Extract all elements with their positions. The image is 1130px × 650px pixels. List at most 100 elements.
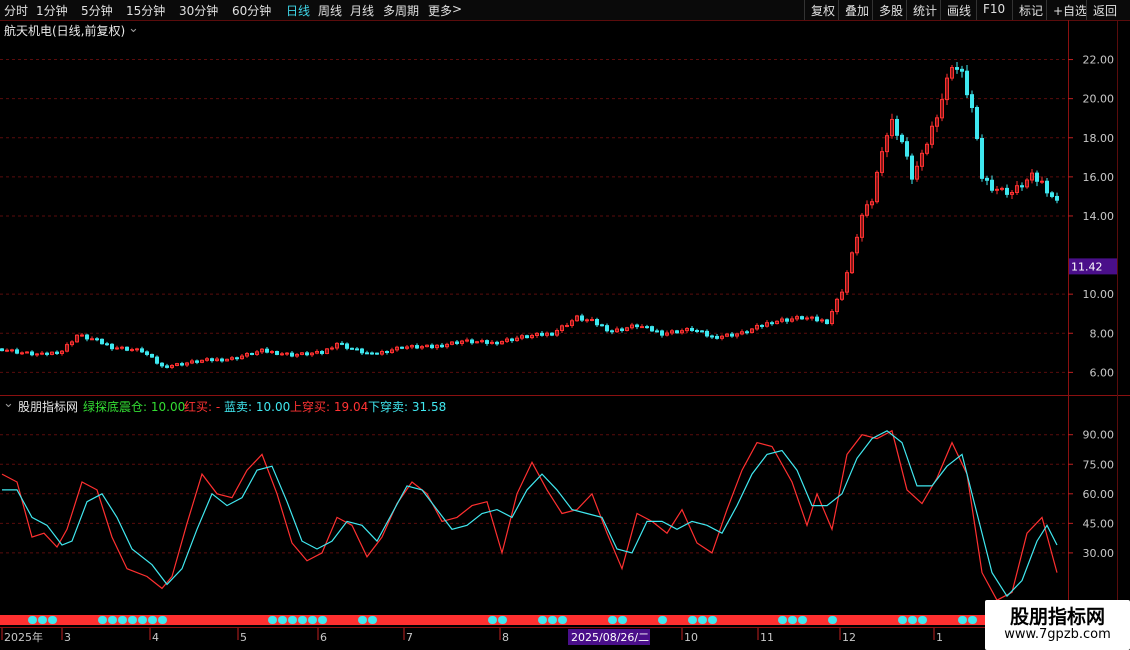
candle-body <box>550 332 554 336</box>
candle-body <box>745 331 749 334</box>
candle-body <box>115 347 119 350</box>
signal-bar-sell-segment <box>268 616 277 624</box>
candle-body <box>45 352 49 355</box>
price-tick-label: 22.00 <box>1083 54 1115 67</box>
candle-body <box>375 352 379 355</box>
candle-body <box>990 179 994 191</box>
stock-title: 航天机电(日线,前复权) <box>4 24 126 38</box>
signal-bar-sell-segment <box>298 616 307 624</box>
candle-body <box>290 352 294 357</box>
time-tick-label: 2025年 <box>4 630 43 644</box>
candle-body <box>975 107 979 139</box>
candle-body <box>285 352 289 355</box>
signal-bar-sell-segment <box>488 616 497 624</box>
price-tick-label: 16.00 <box>1083 171 1115 184</box>
candle-body <box>805 317 809 320</box>
grid-lines <box>0 20 1130 650</box>
signal-bar-sell-segment <box>618 616 627 624</box>
time-tick-label: 8 <box>502 631 509 644</box>
watermark-url: www.7gpzb.com <box>1004 627 1111 642</box>
signal-bar-sell-segment <box>548 616 557 624</box>
candle-body <box>660 330 664 336</box>
candle-body <box>985 177 989 181</box>
candle-body <box>305 352 309 356</box>
signal-bar-sell-segment <box>98 616 107 624</box>
candle-body <box>180 363 184 366</box>
candle-body <box>130 349 134 352</box>
candle-body <box>20 352 24 355</box>
candle-body <box>655 330 659 333</box>
indicator-label-blue-sell: 蓝卖: 10.00 <box>224 400 291 414</box>
candle-body <box>105 343 109 346</box>
candle-body <box>1005 187 1009 195</box>
candle-body <box>220 358 224 362</box>
candle-body <box>90 338 94 341</box>
indicator-dropdown-icon[interactable]: ⌄ <box>3 396 14 411</box>
indicator-tick-label: 60.00 <box>1083 488 1115 501</box>
signal-bar-sell-segment <box>608 616 617 624</box>
price-tick-label: 20.00 <box>1083 93 1115 106</box>
signal-bar <box>0 615 985 625</box>
candle-body <box>960 68 964 72</box>
time-tick-label: 3 <box>64 631 71 644</box>
candle-body <box>270 350 274 353</box>
candle-body <box>1045 180 1049 194</box>
candle-body <box>700 330 704 333</box>
signal-bar-sell-segment <box>558 616 567 624</box>
indicator-label-red-buy: 红买: - <box>184 400 221 414</box>
signal-bar-sell-segment <box>708 616 717 624</box>
candle-body <box>210 358 214 362</box>
candle-body <box>620 328 624 332</box>
candle-body <box>635 324 639 328</box>
candle-body <box>690 327 694 332</box>
signal-bar-sell-segment <box>138 616 147 624</box>
candle-body <box>785 318 789 322</box>
candle-body <box>370 352 374 355</box>
candle-body <box>810 316 814 319</box>
candle-body <box>40 352 44 355</box>
candle-body <box>330 347 334 350</box>
candle-body <box>485 340 489 344</box>
candle-body <box>705 330 709 337</box>
candle-body <box>95 338 99 341</box>
candle-body <box>235 357 239 360</box>
signal-bar-sell-segment <box>308 616 317 624</box>
candle-body <box>30 351 34 356</box>
candle-body <box>970 94 974 109</box>
candle-body <box>600 324 604 327</box>
candle-body <box>385 350 389 354</box>
watermark-title: 股朋指标网 <box>1009 606 1105 628</box>
candle-body <box>895 118 899 136</box>
title-dropdown-icon[interactable]: ⌄ <box>128 21 139 36</box>
candle-body <box>590 319 594 322</box>
signal-bar-sell-segment <box>288 616 297 624</box>
current-price-label: 11.42 <box>1071 260 1103 273</box>
candle-body <box>820 319 824 322</box>
candle-body <box>605 325 609 332</box>
candle-body <box>100 338 104 345</box>
candle-body <box>1055 195 1059 201</box>
candle-body <box>645 326 649 329</box>
indicator-tick-label: 75.00 <box>1083 458 1115 471</box>
candle-body <box>80 334 84 337</box>
candle-body <box>525 335 529 339</box>
candle-body <box>640 326 644 329</box>
candle-body <box>5 349 9 352</box>
signal-bar-sell-segment <box>318 616 327 624</box>
candle-body <box>510 338 514 342</box>
candle-body <box>1020 185 1024 188</box>
candle-body <box>730 333 734 337</box>
candle-body <box>710 335 714 338</box>
chart-canvas[interactable]: 22.00 20.00 18.00 16.00 14.00 10.00 8.00 6.00 90… <box>0 0 1130 650</box>
candle-body <box>675 330 679 334</box>
candle-body <box>160 362 164 367</box>
price-tick-label: 14.00 <box>1083 210 1115 223</box>
candle-body <box>360 348 364 354</box>
candle-body <box>1040 180 1044 183</box>
candle-body <box>275 350 279 355</box>
candle-body <box>145 351 149 355</box>
signal-bar-sell-segment <box>148 616 157 624</box>
time-tick-label: 1 <box>936 631 943 644</box>
candle-body <box>110 343 114 350</box>
candle-body <box>320 350 324 354</box>
